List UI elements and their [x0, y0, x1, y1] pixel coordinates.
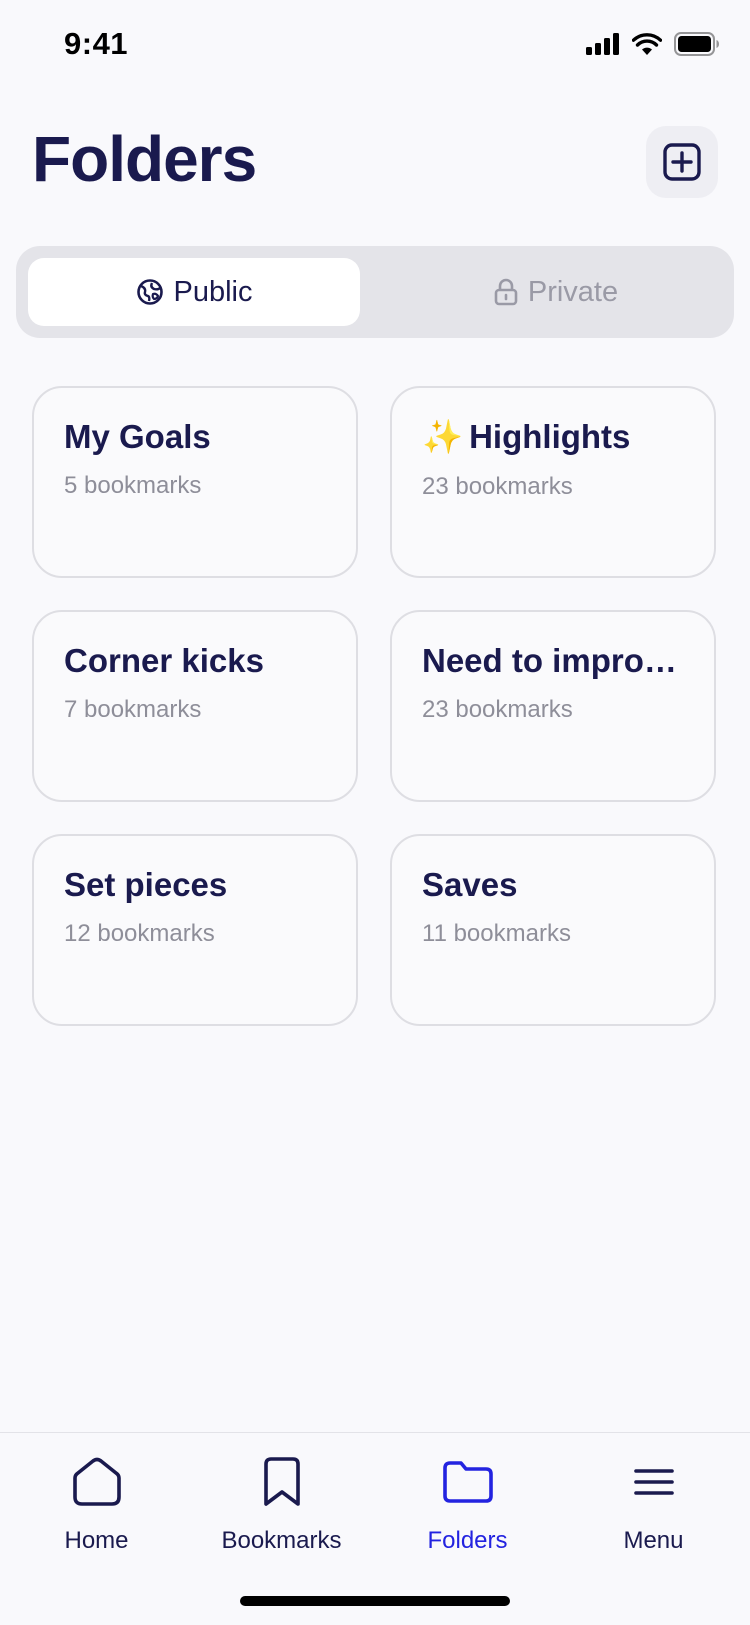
folder-count: 12 bookmarks: [64, 920, 215, 947]
wifi-icon: [632, 33, 662, 55]
folder-icon: [442, 1455, 494, 1509]
folder-title: Need to improv...: [422, 642, 684, 679]
tab-menu[interactable]: Menu: [560, 1433, 747, 1573]
sparkles-icon: ✨: [422, 418, 464, 455]
folder-card[interactable]: My Goals 5 bookmarks: [32, 386, 358, 578]
lock-icon: [494, 278, 518, 306]
folder-title: Saves: [422, 866, 518, 903]
folder-title-row: ✨ Highlights: [422, 418, 684, 457]
globe-icon: [136, 279, 163, 305]
home-indicator: [240, 1596, 510, 1606]
status-icons: [586, 32, 720, 56]
status-bar: 9:41: [0, 0, 750, 90]
home-icon: [71, 1455, 123, 1509]
segment-public[interactable]: Public: [28, 258, 360, 326]
battery-icon: [674, 32, 719, 56]
tab-folders-label: Folders: [427, 1527, 508, 1554]
folder-title: Highlights: [469, 418, 631, 455]
folder-card[interactable]: Set pieces 12 bookmarks: [32, 834, 358, 1026]
bookmark-icon: [262, 1455, 302, 1509]
folder-card[interactable]: Saves 11 bookmarks: [390, 834, 716, 1026]
segment-private-label: Private: [527, 275, 619, 308]
folder-count: 7 bookmarks: [64, 696, 202, 723]
add-folder-button[interactable]: [646, 126, 718, 198]
page-title: Folders: [32, 123, 257, 195]
folder-count: 23 bookmarks: [422, 473, 573, 500]
tab-home-label: Home: [64, 1527, 129, 1554]
tab-folders[interactable]: Folders: [374, 1433, 561, 1573]
folder-title: Corner kicks: [64, 642, 264, 679]
segment-private[interactable]: Private: [390, 258, 722, 326]
tab-bookmarks[interactable]: Bookmarks: [188, 1433, 375, 1573]
folder-card[interactable]: Corner kicks 7 bookmarks: [32, 610, 358, 802]
folder-count: 5 bookmarks: [64, 472, 202, 499]
tab-menu-label: Menu: [623, 1527, 684, 1554]
folder-title: My Goals: [64, 418, 211, 455]
visibility-segmented-control: Public Private: [16, 246, 734, 338]
cellular-signal-icon: [586, 33, 619, 55]
folder-count: 11 bookmarks: [422, 920, 571, 947]
folder-count: 23 bookmarks: [422, 696, 573, 723]
status-time: 9:41: [64, 26, 129, 61]
plus-square-icon: [663, 143, 701, 181]
menu-icon: [633, 1455, 674, 1509]
folder-card[interactable]: ✨ Highlights 23 bookmarks: [390, 386, 716, 578]
folder-card[interactable]: Need to improv... 23 bookmarks: [390, 610, 716, 802]
tab-bookmarks-label: Bookmarks: [221, 1527, 342, 1554]
tab-home[interactable]: Home: [3, 1433, 190, 1573]
segment-public-label: Public: [173, 275, 253, 308]
folder-title: Set pieces: [64, 866, 228, 903]
